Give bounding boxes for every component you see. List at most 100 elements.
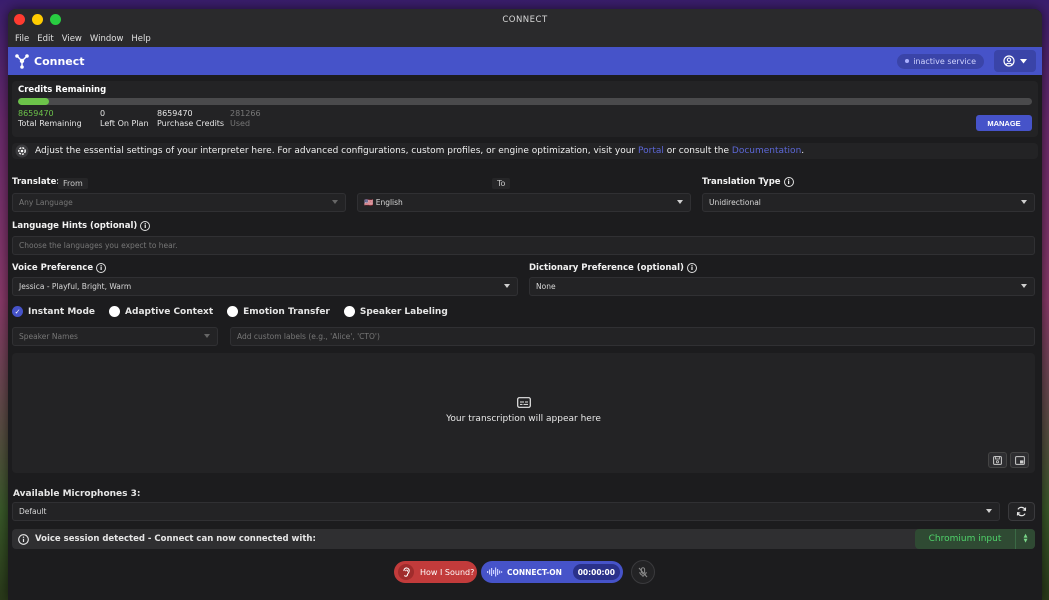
language-hints-input[interactable]: Choose the languages you expect to hear.	[12, 236, 1035, 255]
adaptive-context-toggle[interactable]: Adaptive Context	[109, 306, 213, 317]
custom-labels-input[interactable]: Add custom labels (e.g., 'Alice', 'CTO')	[230, 327, 1035, 346]
transcription-placeholder: Your transcription will appear here	[446, 414, 601, 424]
microphone-off-icon	[638, 566, 648, 577]
translate-label-row: Translate:	[12, 177, 60, 187]
caret-down-icon	[1020, 58, 1027, 63]
credits-stats: 8659470 Total Remaining 0 Left On Plan 8…	[18, 109, 1032, 129]
credits-panel: Credits Remaining 8659470 Total Remainin…	[12, 81, 1038, 137]
ear-icon	[402, 567, 410, 577]
status-dot-icon	[905, 59, 910, 63]
save-transcript-button[interactable]	[988, 452, 1007, 468]
refresh-microphones-button[interactable]	[1008, 502, 1035, 521]
microphones-label: Available Microphones 3:	[13, 489, 141, 499]
stat-total-remaining: 8659470 Total Remaining	[18, 109, 82, 128]
info-icon[interactable]: i	[686, 263, 697, 273]
network-logo-icon	[15, 54, 29, 69]
how-i-sound-label: How I Sound?	[420, 567, 475, 577]
options-row: ✓ Instant Mode Adaptive Context Emotion …	[12, 306, 448, 317]
credits-progress-bar	[18, 98, 1032, 105]
chevron-down-icon	[332, 200, 338, 204]
from-language-select[interactable]: Any Language	[12, 193, 346, 212]
service-status-badge: inactive service	[897, 53, 984, 69]
manage-credits-button[interactable]: MANAGE	[976, 115, 1032, 131]
gear-icon	[15, 144, 29, 158]
caption-icon	[516, 397, 531, 408]
documentation-link[interactable]: Documentation	[732, 146, 801, 156]
picture-in-picture-icon	[1014, 455, 1025, 465]
notice-text: Adjust the essential settings of your in…	[35, 146, 636, 156]
translation-type-select[interactable]: Unidirectional	[702, 193, 1035, 212]
instant-mode-toggle[interactable]: ✓ Instant Mode	[12, 306, 95, 317]
session-timer: 00:00:00	[572, 564, 620, 580]
transcript-actions	[988, 452, 1029, 468]
notice-middle-text: or consult the	[666, 146, 730, 156]
input-source-select[interactable]: Chromium input ▲ ▼	[915, 529, 1035, 549]
menu-edit[interactable]: Edit	[33, 34, 57, 44]
close-window-button[interactable]	[14, 14, 25, 25]
service-status-text: inactive service	[913, 56, 976, 66]
menu-view[interactable]: View	[58, 34, 86, 44]
waveform-icon	[487, 567, 503, 577]
info-circle-icon	[18, 533, 29, 545]
voice-preference-label: Voice Preference	[12, 263, 94, 273]
settings-notice: Adjust the essential settings of your in…	[12, 143, 1038, 159]
how-i-sound-button[interactable]: How I Sound?	[394, 561, 477, 583]
menu-bar: File Edit View Window Help	[8, 31, 1042, 47]
radio-empty-icon	[109, 306, 121, 317]
to-chip: To	[492, 178, 511, 189]
translate-label: Translate:	[12, 177, 60, 187]
mute-microphone-button[interactable]	[631, 560, 655, 584]
menu-file[interactable]: File	[11, 34, 33, 44]
voice-preference-select[interactable]: Jessica - Playful, Bright, Warm	[12, 277, 518, 296]
translation-type-label-row: Translation Type i	[702, 177, 794, 187]
app-window: CONNECT File Edit View Window Help Conne…	[8, 9, 1042, 600]
brand-name: Connect	[34, 54, 85, 68]
stepper-arrows-icon: ▲ ▼	[1015, 529, 1035, 549]
app-header: Connect inactive service	[8, 47, 1042, 75]
from-chip: From	[58, 178, 88, 189]
brand: Connect	[14, 53, 85, 69]
chevron-down-icon	[986, 509, 992, 513]
bottom-controls: How I Sound? CONNECT-ON 00:00:00	[394, 560, 655, 584]
save-icon	[993, 455, 1002, 465]
voice-session-text: Voice session detected - Connect can now…	[35, 534, 316, 544]
chevron-down-icon	[204, 334, 210, 338]
radio-empty-icon	[227, 306, 239, 317]
menu-help[interactable]: Help	[127, 34, 154, 44]
connect-on-button[interactable]: CONNECT-ON 00:00:00	[481, 561, 623, 583]
microphone-select[interactable]: Default	[12, 502, 1000, 521]
info-icon[interactable]: i	[96, 263, 107, 273]
user-circle-icon	[1003, 55, 1015, 67]
speaker-names-select[interactable]: Speaker Names	[12, 327, 218, 346]
minimize-window-button[interactable]	[32, 14, 43, 25]
speaker-labeling-toggle[interactable]: Speaker Labeling	[343, 306, 448, 317]
info-icon[interactable]: i	[140, 221, 151, 231]
check-icon: ✓	[12, 306, 23, 317]
menu-window[interactable]: Window	[86, 34, 128, 44]
chevron-down-icon	[1021, 200, 1027, 204]
chevron-down-icon	[677, 200, 683, 204]
chevron-down-icon	[1021, 284, 1027, 288]
maximize-window-button[interactable]	[50, 14, 61, 25]
portal-link[interactable]: Portal	[638, 146, 664, 156]
hints-label-row: Language Hints (optional) i	[12, 221, 151, 231]
connect-on-label: CONNECT-ON	[507, 567, 562, 577]
credits-title: Credits Remaining	[18, 85, 107, 95]
voice-label-row: Voice Preference i	[12, 263, 107, 273]
credits-progress-fill	[18, 98, 50, 105]
window-title: CONNECT	[502, 15, 548, 25]
dictionary-label-row: Dictionary Preference (optional) i	[529, 263, 697, 273]
stat-used: 281266 Used	[230, 109, 261, 128]
stat-left-on-plan: 0 Left On Plan	[100, 109, 149, 128]
notice-end: .	[801, 146, 805, 156]
emotion-transfer-toggle[interactable]: Emotion Transfer	[227, 306, 330, 317]
account-menu-button[interactable]	[994, 50, 1036, 72]
to-language-select[interactable]: 🇺🇸 English	[357, 193, 691, 212]
window-controls	[14, 14, 61, 25]
info-icon[interactable]: i	[783, 177, 794, 187]
title-bar: CONNECT	[8, 9, 1042, 31]
language-hints-label: Language Hints (optional)	[12, 221, 138, 231]
dictionary-preference-select[interactable]: None	[529, 277, 1035, 296]
dictionary-preference-label: Dictionary Preference (optional)	[529, 263, 684, 273]
popout-transcript-button[interactable]	[1010, 452, 1029, 468]
